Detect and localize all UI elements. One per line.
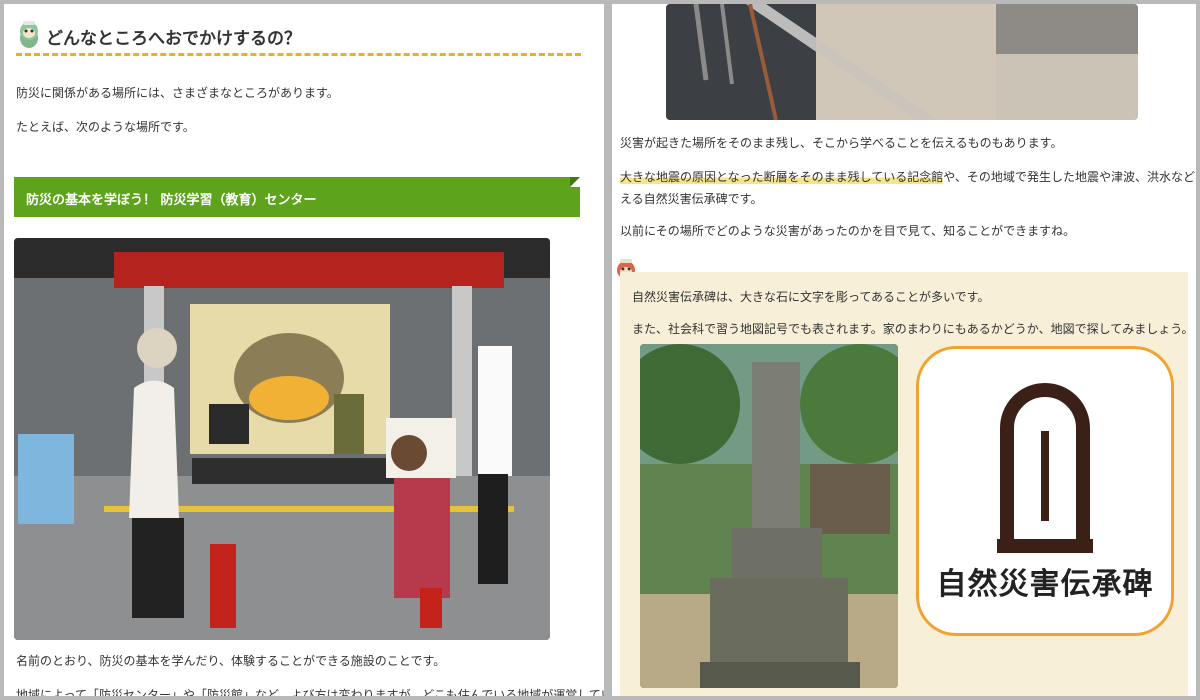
map-symbol-card: 自然災害伝承碑 (916, 346, 1174, 636)
monument-paragraph: 大きな地震の原因となった断層をそのまま残している記念館や、その地域で発生した地震… (620, 168, 1196, 186)
map-symbol-label: 自然災害伝承碑 (936, 567, 1154, 602)
section-banner: 防災の基本を学ぼう！ 防災学習（教育）センター (14, 177, 580, 217)
intro-paragraph-1: 防災に関係がある場所には、さまざまなところがあります。 (16, 86, 339, 100)
section-heading: どんなところへおでかけするの？ (16, 18, 581, 56)
mascot-icon (20, 21, 38, 48)
page-title: どんなところへおでかけするの？ (46, 29, 301, 49)
box-paragraph-2: また、社会科で習う地図記号でも表されます。家のまわりにもあるかどうか、地図で探し… (632, 322, 1194, 336)
fault-paragraph: 災害が起きた場所をそのまま残し、そこから学べることを伝えるものもあります。 (620, 136, 1063, 150)
right-panel: 災害が起きた場所をそのまま残し、そこから学べることを伝えるものもあります。 大き… (612, 4, 1196, 696)
monument-info-box: 自然災害伝承碑は、大きな石に文字を彫ってあることが多いです。 また、社会科で習う… (620, 272, 1193, 696)
map-symbol-icon (997, 383, 1093, 553)
monument-paragraph-line2: える自然災害伝承碑です。 (620, 192, 763, 206)
past-disaster-paragraph: 以前にその場所でどのような災害があったのかを目で見て、知ることができますね。 (620, 224, 1076, 238)
caption-paragraph-2: 地域によって「防災センター」や「防災館」など、よび方は変わりますが、どこも住んで… (16, 688, 604, 696)
left-panel: どんなところへおでかけするの？ 防災に関係がある場所には、さまざまなところがあり… (4, 4, 604, 696)
monument-photo (640, 344, 898, 688)
box-paragraph-1: 自然災害伝承碑は、大きな石に文字を彫ってあることが多いです。 (632, 290, 990, 304)
monument-paragraph-rest: や、その地域で発生した地震や津波、洪水などを伝 (943, 170, 1196, 184)
section-banner-title: 防災の基本を学ぼう！ 防災学習（教育）センター (26, 193, 317, 208)
caption-paragraph-1: 名前のとおり、防災の基本を学んだり、体験することができる施設のことです。 (16, 654, 446, 668)
fault-photo (666, 4, 1138, 120)
memorial-highlight: 大きな地震の原因となった断層をそのまま残している記念館 (620, 170, 944, 184)
intro-paragraph-2: たとえば、次のような場所です。 (16, 120, 195, 134)
disaster-center-photo (14, 238, 550, 640)
